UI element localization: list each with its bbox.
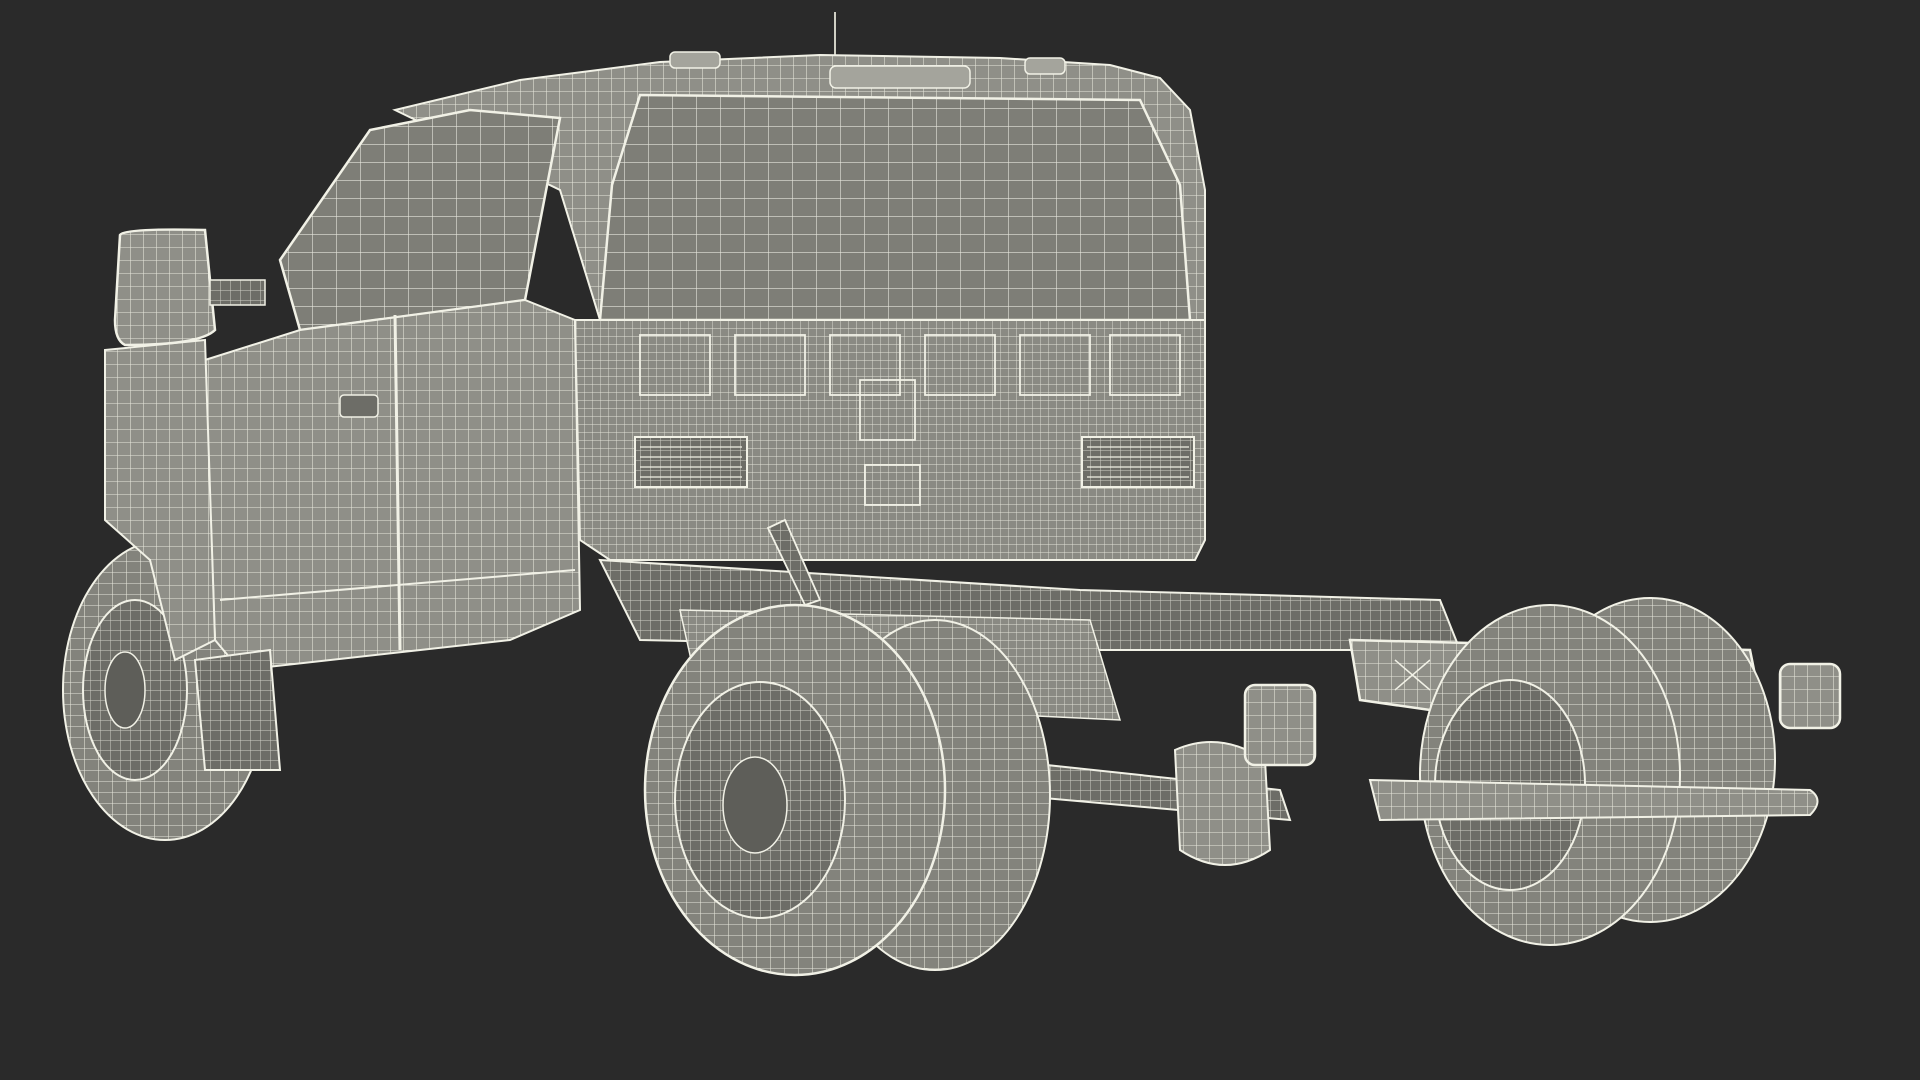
tail-light-right	[1778, 662, 1842, 730]
roof-marker-light	[669, 51, 721, 69]
roof-marker-light	[1024, 57, 1066, 75]
render-viewport	[0, 0, 1920, 1080]
rear-vent-right	[1081, 436, 1195, 488]
rear-left-dual-wheels	[643, 603, 1051, 977]
side-mirror	[113, 228, 266, 347]
mud-flap	[193, 648, 282, 771]
roof-marker-light	[829, 65, 971, 89]
rear-right-dual-wheels	[1419, 597, 1776, 946]
wireframe-render	[62, 12, 1842, 977]
door-handle	[339, 394, 379, 418]
tail-light-left	[1243, 683, 1317, 767]
rear-vent-left	[634, 436, 748, 488]
